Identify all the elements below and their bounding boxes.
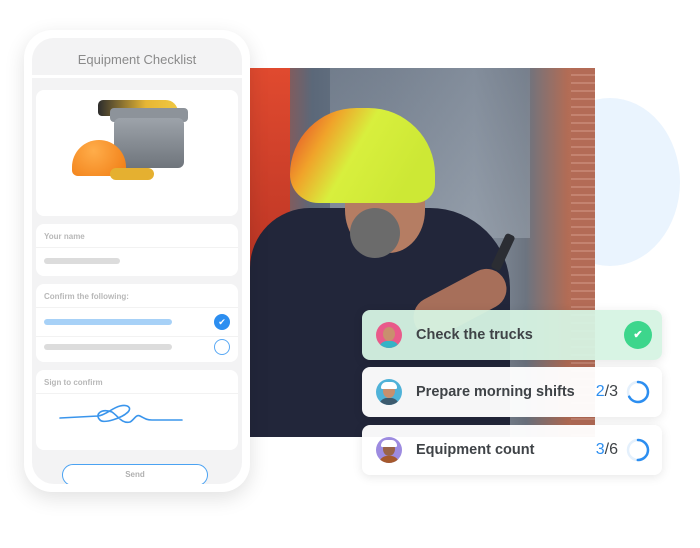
avatar-body: [379, 398, 399, 405]
confirm-item-1-checkbox[interactable]: ✔: [214, 314, 230, 330]
task-progress-count: 2/3: [596, 383, 618, 401]
total-count: 6: [609, 441, 618, 458]
phone-screen: Equipment Checklist Your name Confirm th…: [32, 38, 242, 484]
task-progress-count: 3/6: [596, 441, 618, 459]
name-field-label: Your name: [36, 224, 238, 248]
confirm-divider: [36, 336, 238, 337]
progress-ring-icon: [626, 438, 650, 462]
done-count: 2: [595, 383, 605, 400]
done-count: 3: [595, 441, 605, 458]
confirm-label: Confirm the following:: [36, 284, 238, 308]
confirm-card: Confirm the following: ✔: [36, 284, 238, 362]
worker-hardhat-avatar: [376, 379, 402, 405]
check-icon: ✔: [218, 317, 226, 327]
avatar-face: [383, 327, 395, 341]
avatar-body: [379, 456, 399, 463]
send-button[interactable]: Send: [62, 464, 208, 484]
progress-ring-icon: [626, 380, 650, 404]
task-item[interactable]: Equipment count 3/6: [362, 425, 662, 475]
task-label: Check the trucks: [416, 327, 533, 343]
check-circle-icon[interactable]: ✔: [624, 321, 652, 349]
task-label: Equipment count: [416, 442, 535, 458]
task-item[interactable]: Prepare morning shifts 2/3: [362, 367, 662, 417]
signature-pad[interactable]: [36, 394, 238, 450]
avatar-hardhat: [381, 440, 397, 447]
bearded-worker-avatar: [376, 437, 402, 463]
confirm-item-2-checkbox[interactable]: [214, 339, 230, 355]
total-count: 3: [609, 383, 618, 400]
task-item[interactable]: Check the trucks ✔: [362, 310, 662, 360]
photo-beard: [350, 208, 400, 258]
avatar-hardhat: [381, 382, 397, 389]
avatar-body: [379, 341, 399, 348]
send-area: Send: [32, 452, 242, 484]
signature-card: Sign to confirm: [36, 370, 238, 450]
name-input[interactable]: [44, 258, 120, 264]
phone-mockup: Equipment Checklist Your name Confirm th…: [24, 30, 250, 492]
confirm-item-2-text: [44, 344, 172, 350]
glove-illustration: [110, 168, 154, 180]
checklist-title: Equipment Checklist: [32, 38, 242, 78]
signature-stroke: [59, 404, 183, 424]
task-label: Prepare morning shifts: [416, 384, 575, 400]
name-field-card: Your name: [36, 224, 238, 276]
woman-avatar: [376, 322, 402, 348]
confirm-item-1-text: [44, 319, 172, 325]
signature-label: Sign to confirm: [36, 370, 238, 394]
equipment-image-card: [36, 90, 238, 216]
